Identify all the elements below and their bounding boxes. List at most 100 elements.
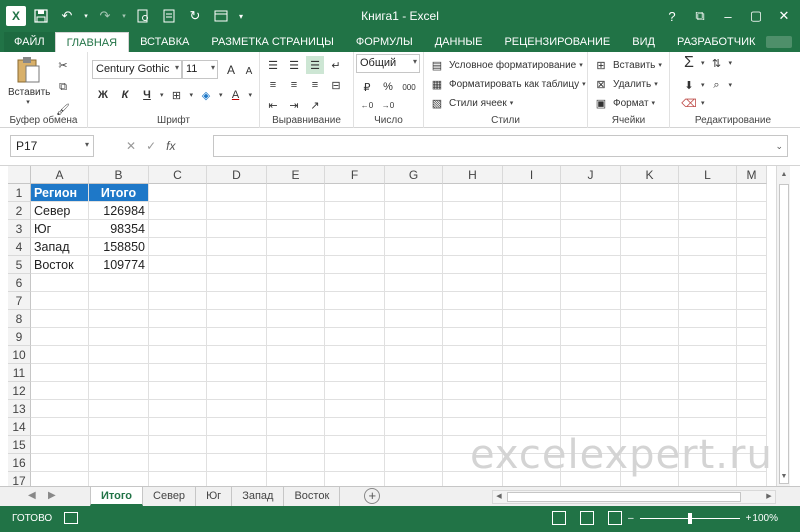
align-left-icon[interactable]: ≡ [264, 76, 282, 94]
merge-center-icon[interactable]: ⊟ [327, 76, 345, 94]
scroll-left-icon[interactable]: ◀ [493, 491, 505, 503]
tab-home[interactable]: ГЛАВНАЯ [54, 32, 130, 52]
prev-sheet-icon[interactable]: ◀ [28, 490, 36, 501]
cell-h3[interactable] [443, 220, 503, 238]
cell-k3[interactable] [621, 220, 679, 238]
cell-a11[interactable] [31, 364, 89, 382]
cell-g7[interactable] [385, 292, 443, 310]
cell-f4[interactable] [325, 238, 385, 256]
cell-e10[interactable] [267, 346, 325, 364]
underline-icon[interactable]: Ч [138, 86, 156, 104]
sheet-tab-2[interactable]: Юг [196, 487, 233, 506]
user-account[interactable] [766, 36, 792, 48]
fill-dropdown-icon[interactable]: ▾ [701, 81, 705, 89]
vertical-scrollbar[interactable]: ▲ ▼ [776, 166, 790, 486]
cell-e4[interactable] [267, 238, 325, 256]
cell-j11[interactable] [561, 364, 621, 382]
cell-a13[interactable] [31, 400, 89, 418]
cell-a2[interactable]: Север [31, 202, 89, 220]
cell-i12[interactable] [503, 382, 561, 400]
cell-f15[interactable] [325, 436, 385, 454]
cell-b8[interactable] [89, 310, 149, 328]
cell-c2[interactable] [149, 202, 207, 220]
italic-icon[interactable]: К [116, 86, 134, 104]
cell-l11[interactable] [679, 364, 737, 382]
fill-icon[interactable]: ⬇ [680, 76, 698, 94]
cell-a8[interactable] [31, 310, 89, 328]
help-icon[interactable]: ? [660, 6, 684, 26]
confirm-entry-icon[interactable]: ✓ [146, 139, 156, 153]
close-icon[interactable]: ✕ [772, 6, 796, 26]
cell-d16[interactable] [207, 454, 267, 472]
cell-e11[interactable] [267, 364, 325, 382]
row-header-8[interactable]: 8 [8, 310, 31, 328]
cell-a17[interactable] [31, 472, 89, 486]
cell-g2[interactable] [385, 202, 443, 220]
minimize-icon[interactable]: – [716, 6, 740, 26]
cell-g10[interactable] [385, 346, 443, 364]
cell-g12[interactable] [385, 382, 443, 400]
row-header-17[interactable]: 17 [8, 472, 31, 486]
cell-a4[interactable]: Запад [31, 238, 89, 256]
cut-icon[interactable]: ✂ [54, 56, 72, 74]
column-header-j[interactable]: J [561, 166, 621, 184]
cell-k12[interactable] [621, 382, 679, 400]
scroll-down-icon[interactable]: ▼ [777, 470, 791, 484]
insert-function-icon[interactable]: fx [166, 139, 175, 153]
increase-indent-icon[interactable]: ⇥ [285, 96, 303, 114]
font-color-dropdown-icon[interactable]: ▾ [249, 91, 253, 99]
vertical-scroll-thumb[interactable] [779, 184, 789, 484]
cell-e12[interactable] [267, 382, 325, 400]
shrink-font-icon[interactable]: A [240, 62, 258, 80]
cell-m4[interactable] [737, 238, 767, 256]
borders-dropdown-icon[interactable]: ▾ [190, 91, 194, 99]
cell-h9[interactable] [443, 328, 503, 346]
wrap-text-icon[interactable]: ↵ [327, 56, 345, 74]
cell-d2[interactable] [207, 202, 267, 220]
cell-h11[interactable] [443, 364, 503, 382]
cell-h13[interactable] [443, 400, 503, 418]
name-box[interactable]: P17 ▾ [10, 135, 94, 157]
cell-f5[interactable] [325, 256, 385, 274]
cell-g11[interactable] [385, 364, 443, 382]
cell-b10[interactable] [89, 346, 149, 364]
tab-data[interactable]: ДАННЫЕ [424, 32, 494, 52]
cell-m2[interactable] [737, 202, 767, 220]
cell-b6[interactable] [89, 274, 149, 292]
align-middle-icon[interactable]: ☰ [285, 56, 303, 74]
row-header-10[interactable]: 10 [8, 346, 31, 364]
cell-k10[interactable] [621, 346, 679, 364]
zoom-out-icon[interactable]: – [628, 513, 634, 524]
cell-m6[interactable] [737, 274, 767, 292]
cell-j10[interactable] [561, 346, 621, 364]
cell-l3[interactable] [679, 220, 737, 238]
paste-dropdown-icon[interactable]: ▾ [8, 98, 48, 106]
delete-cells-button[interactable]: ⊠ Удалить ▾ [592, 75, 657, 93]
format-cells-button[interactable]: ▣ Формат ▾ [592, 94, 655, 112]
cell-a5[interactable]: Восток [31, 256, 89, 274]
cell-f3[interactable] [325, 220, 385, 238]
cell-f10[interactable] [325, 346, 385, 364]
cell-d4[interactable] [207, 238, 267, 256]
sheet-tab-4[interactable]: Восток [284, 487, 341, 506]
sheet-tab-3[interactable]: Запад [232, 487, 285, 506]
cell-l8[interactable] [679, 310, 737, 328]
sort-filter-icon[interactable]: ⇅ [708, 54, 726, 72]
column-header-b[interactable]: B [89, 166, 149, 184]
cell-k6[interactable] [621, 274, 679, 292]
page-break-view-icon[interactable] [608, 511, 622, 525]
cell-f9[interactable] [325, 328, 385, 346]
normal-view-icon[interactable] [552, 511, 566, 525]
cell-g9[interactable] [385, 328, 443, 346]
clear-icon[interactable]: ⌫ [680, 94, 698, 112]
row-header-16[interactable]: 16 [8, 454, 31, 472]
cell-i2[interactable] [503, 202, 561, 220]
cell-d8[interactable] [207, 310, 267, 328]
cell-c16[interactable] [149, 454, 207, 472]
cell-g4[interactable] [385, 238, 443, 256]
cell-h1[interactable] [443, 184, 503, 202]
cell-b14[interactable] [89, 418, 149, 436]
decrease-decimal-icon[interactable]: →0 [379, 96, 397, 114]
cell-m3[interactable] [737, 220, 767, 238]
horizontal-scroll-thumb[interactable] [507, 492, 741, 502]
